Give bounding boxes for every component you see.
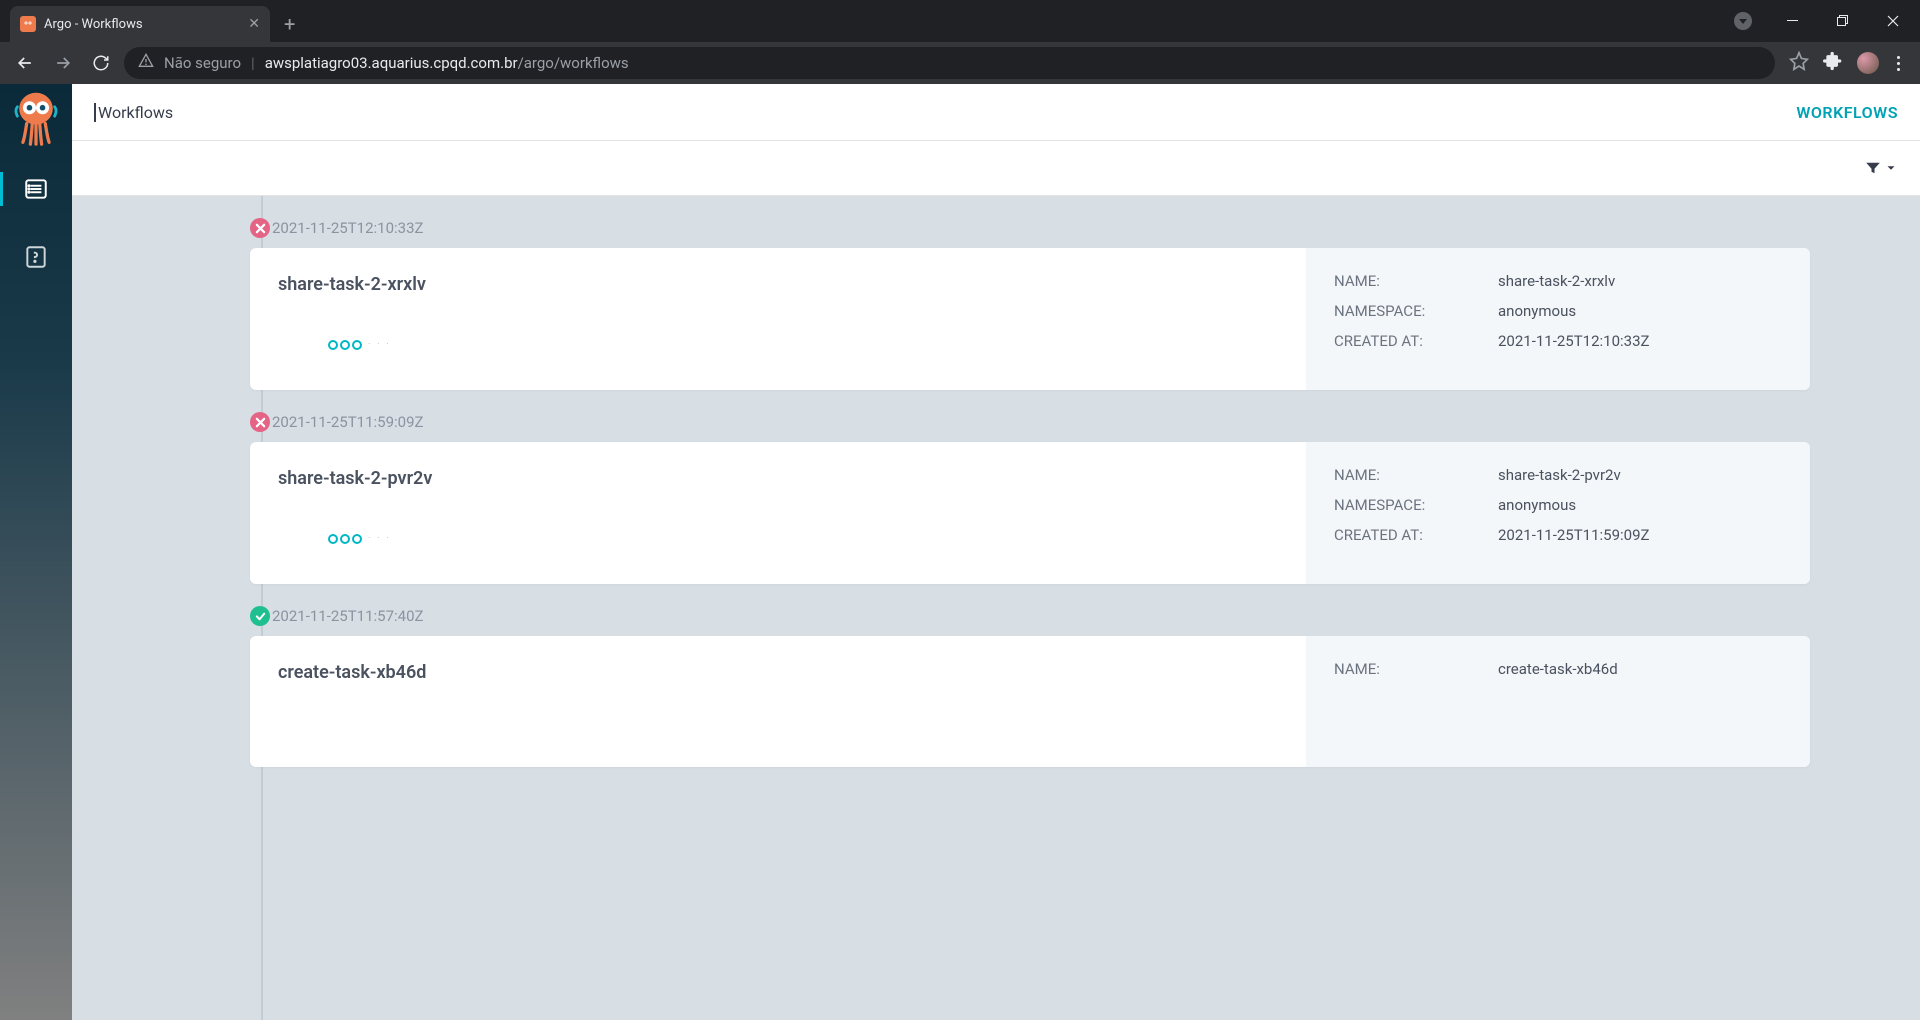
detail-label-name: NAME: xyxy=(1334,466,1498,484)
workflow-item: 2021-11-25T11:59:09Z share-task-2-pvr2v … xyxy=(182,390,1810,584)
filter-toggle[interactable] xyxy=(1864,159,1898,177)
workflow-timestamp-row: 2021-11-25T12:10:33Z xyxy=(250,218,1810,238)
status-fail-icon xyxy=(250,412,270,432)
detail-value-name: share-task-2-pvr2v xyxy=(1498,466,1621,484)
url-input[interactable]: Não seguro | awsplatiagro03.aquarius.cpq… xyxy=(124,47,1775,79)
new-tab-button[interactable]: + xyxy=(270,12,309,42)
detail-value-created: 2021-11-25T12:10:33Z xyxy=(1498,332,1650,350)
window-controls xyxy=(1720,0,1920,42)
argo-favicon xyxy=(20,16,36,32)
app-sidebar xyxy=(0,84,72,1020)
tab-close-button[interactable]: ✕ xyxy=(248,16,260,32)
nav-link-workflows[interactable]: WORKFLOWS xyxy=(1796,103,1898,122)
security-label: Não seguro xyxy=(164,54,241,72)
breadcrumb: Workflows xyxy=(94,103,173,122)
profile-avatar[interactable] xyxy=(1857,52,1879,74)
detail-value-namespace: anonymous xyxy=(1498,496,1576,514)
sidebar-item-help[interactable] xyxy=(15,236,57,278)
detail-value-name: create-task-xb46d xyxy=(1498,660,1618,678)
extensions-icon[interactable] xyxy=(1823,51,1843,75)
detail-value-name: share-task-2-xrxlv xyxy=(1498,272,1615,290)
page-toolbar xyxy=(72,141,1920,196)
workflow-list[interactable]: 2021-11-25T12:10:33Z share-task-2-xrxlv … xyxy=(72,196,1920,1020)
window-maximize[interactable] xyxy=(1820,5,1866,37)
window-minimize[interactable] xyxy=(1770,5,1816,37)
page-header: Workflows WORKFLOWS xyxy=(72,84,1920,141)
insecure-icon xyxy=(138,53,154,73)
workflow-graph-preview: · · · xyxy=(328,533,1278,544)
detail-label-namespace: NAMESPACE: xyxy=(1334,496,1498,514)
argo-logo[interactable] xyxy=(12,94,60,142)
detail-label-namespace: NAMESPACE: xyxy=(1334,302,1498,320)
detail-label-created: CREATED AT: xyxy=(1334,332,1498,350)
nav-back-button[interactable] xyxy=(10,48,40,78)
browser-menu-button[interactable] xyxy=(1893,52,1904,75)
detail-label-name: NAME: xyxy=(1334,272,1498,290)
workflow-item: 2021-11-25T11:57:40Z create-task-xb46d N… xyxy=(182,584,1810,767)
detail-label-name: NAME: xyxy=(1334,660,1498,678)
nav-forward-button[interactable] xyxy=(48,48,78,78)
browser-address-bar: Não seguro | awsplatiagro03.aquarius.cpq… xyxy=(0,42,1920,84)
workflow-details: NAME:share-task-2-xrxlv NAMESPACE:anonym… xyxy=(1306,248,1810,390)
workflow-details: NAME:create-task-xb46d xyxy=(1306,636,1810,767)
detail-value-namespace: anonymous xyxy=(1498,302,1576,320)
bookmark-star-icon[interactable] xyxy=(1789,51,1809,75)
workflow-title: share-task-2-xrxlv xyxy=(278,274,1278,295)
workflow-details: NAME:share-task-2-pvr2v NAMESPACE:anonym… xyxy=(1306,442,1810,584)
status-ok-icon xyxy=(250,606,270,626)
workflow-graph-preview: · · · xyxy=(328,339,1278,350)
workflow-title: create-task-xb46d xyxy=(278,662,1278,683)
workflow-card[interactable]: create-task-xb46d NAME:create-task-xb46d xyxy=(250,636,1810,767)
workflow-timestamp-row: 2021-11-25T11:59:09Z xyxy=(250,412,1810,432)
workflow-timestamp: 2021-11-25T12:10:33Z xyxy=(272,219,424,237)
tab-title: Argo - Workflows xyxy=(44,17,240,32)
url-text: awsplatiagro03.aquarius.cpqd.com.br/argo… xyxy=(265,54,629,72)
browser-tab[interactable]: Argo - Workflows ✕ xyxy=(10,6,270,42)
workflow-card[interactable]: share-task-2-xrxlv · · · NAME:share-task… xyxy=(250,248,1810,390)
filter-icon xyxy=(1864,159,1882,177)
detail-value-created: 2021-11-25T11:59:09Z xyxy=(1498,526,1650,544)
status-fail-icon xyxy=(250,218,270,238)
workflow-timestamp: 2021-11-25T11:57:40Z xyxy=(272,607,424,625)
workflow-card[interactable]: share-task-2-pvr2v · · · NAME:share-task… xyxy=(250,442,1810,584)
workflow-item: 2021-11-25T12:10:33Z share-task-2-xrxlv … xyxy=(182,196,1810,390)
account-indicator[interactable] xyxy=(1720,5,1766,37)
sidebar-item-workflows[interactable] xyxy=(15,168,57,210)
chevron-down-icon xyxy=(1884,161,1898,175)
window-close[interactable] xyxy=(1870,5,1916,37)
detail-label-created: CREATED AT: xyxy=(1334,526,1498,544)
workflow-timestamp: 2021-11-25T11:59:09Z xyxy=(272,413,424,431)
url-divider: | xyxy=(251,54,255,72)
nav-reload-button[interactable] xyxy=(86,48,116,78)
workflow-title: share-task-2-pvr2v xyxy=(278,468,1278,489)
browser-tab-strip: Argo - Workflows ✕ + xyxy=(0,0,1920,42)
workflow-timestamp-row: 2021-11-25T11:57:40Z xyxy=(250,606,1810,626)
